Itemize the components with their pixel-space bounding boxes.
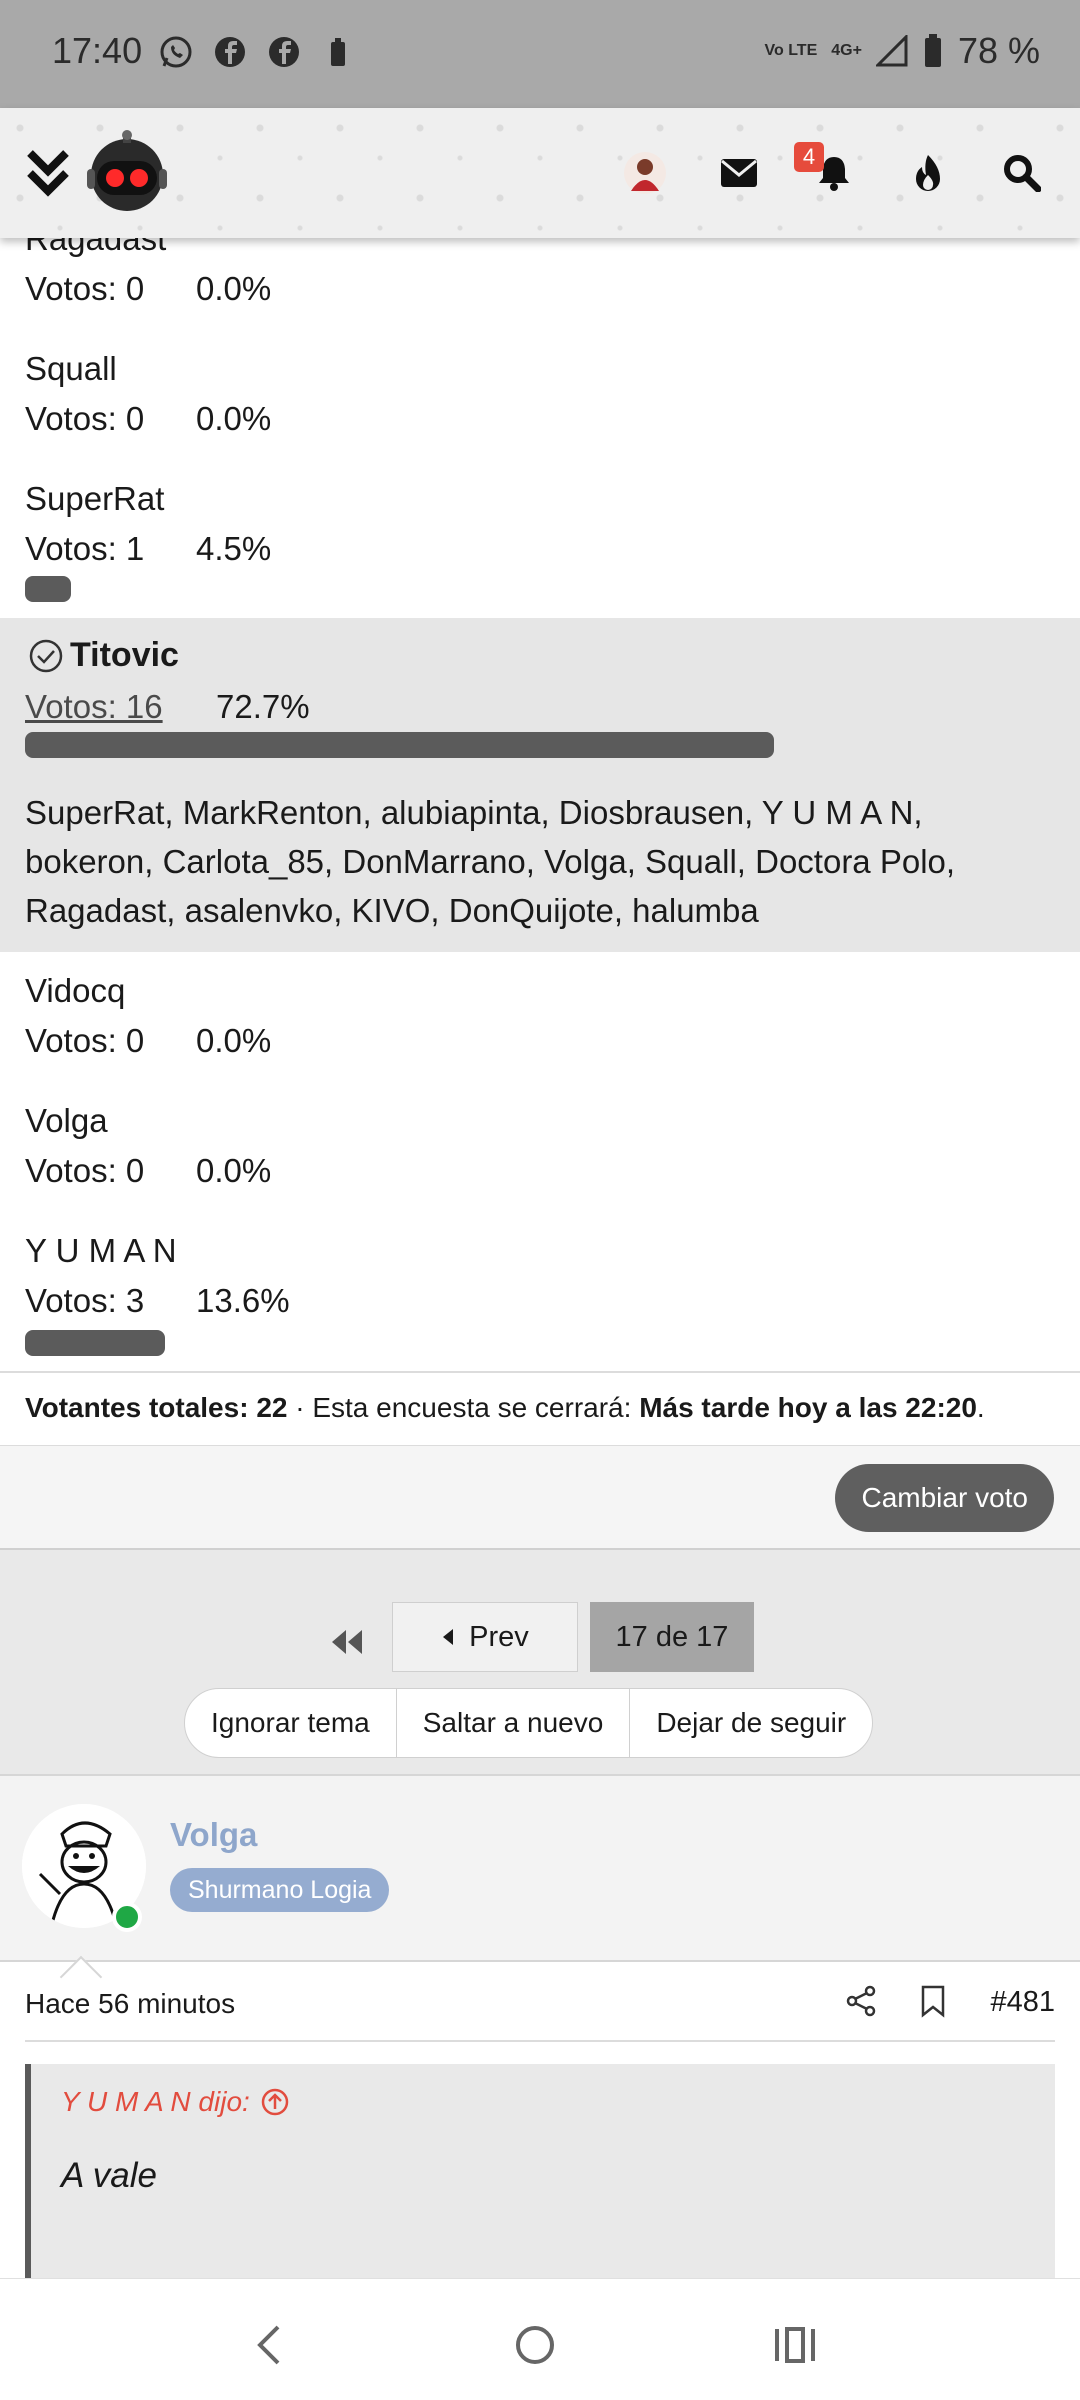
status-notification-icons <box>158 34 356 70</box>
check-circle-icon <box>29 639 63 673</box>
divider <box>25 2040 1055 2042</box>
thread-action-group: Ignorar tema Saltar a nuevo Dejar de seg… <box>184 1688 874 1758</box>
trending-button[interactable] <box>908 108 948 238</box>
poll-option-name: Volga <box>25 1102 108 1139</box>
notification-count-badge: 4 <box>794 142 824 172</box>
poll-option-name: Titovic <box>70 636 179 674</box>
collapse-menu-button[interactable] <box>20 108 76 238</box>
post-time[interactable]: Hace 56 minutos <box>25 1988 235 2020</box>
avatar <box>624 152 666 194</box>
poll-option-votes: Votos: 0 <box>25 1022 145 1059</box>
poll-option-percent: 0.0% <box>196 270 272 307</box>
quote-text: A vale <box>61 2156 157 2195</box>
search-icon <box>1004 155 1041 192</box>
battery-icon <box>924 34 941 67</box>
ignore-thread-button[interactable]: Ignorar tema <box>185 1689 397 1757</box>
change-vote-button[interactable]: Cambiar voto <box>835 1464 1054 1532</box>
poll-option-selected: Titovic Votos: 16 72.7% SuperRat, MarkRe… <box>0 618 1080 952</box>
thread-navigation: Prev 17 de 17 Ignorar tema Saltar a nuev… <box>0 1548 1080 1774</box>
signal-icon <box>875 35 908 67</box>
poll-option-percent: 72.7% <box>216 688 310 725</box>
poll-option-bar <box>25 732 774 758</box>
poll-option-percent: 4.5% <box>196 530 272 567</box>
poll-option-votes: Votos: 0 <box>25 400 145 437</box>
poll-option-name: Vidocq <box>25 972 126 1009</box>
robot-logo-icon <box>87 130 167 211</box>
poll-option-votes-link[interactable]: Votos: 16 <box>25 688 183 726</box>
app-header: 4 <box>0 108 1080 238</box>
prev-page-label: Prev <box>469 1620 529 1653</box>
quote-block: Y U M A N dijo: A vale <box>25 2064 1055 2284</box>
poll-option-percent: 13.6% <box>196 1282 290 1319</box>
poll-summary: Votantes totales: 22 · Esta encuesta se … <box>25 1392 985 1424</box>
envelope-icon <box>721 159 757 187</box>
site-logo[interactable] <box>82 108 172 238</box>
unfollow-button[interactable]: Dejar de seguir <box>630 1689 872 1757</box>
poll-option-name: SuperRat <box>25 480 165 517</box>
share-icon[interactable] <box>844 1984 878 2018</box>
poll-actions: Cambiar voto <box>0 1446 1080 1548</box>
volte-indicator: Vo LTE <box>764 42 818 59</box>
post-author-card: Volga Shurmano Logia <box>0 1774 1080 1999</box>
poll-option-bar <box>25 576 71 602</box>
author-name[interactable]: Volga <box>170 1816 257 1854</box>
poll-option-percent: 0.0% <box>196 1022 272 1059</box>
poll-voters-list: SuperRat, MarkRenton, alubiapinta, Diosb… <box>25 794 956 929</box>
poll-option-percent: 0.0% <box>196 400 272 437</box>
jump-to-new-button[interactable]: Saltar a nuevo <box>397 1689 631 1757</box>
quote-author: Y U M A N dijo: <box>61 2086 250 2117</box>
status-bar: 17:40 Vo LTE 4G+ 78 % <box>0 0 1080 108</box>
poll-option-votes: Votos: 1 <box>25 530 145 567</box>
divider <box>0 1371 1080 1373</box>
bookmark-icon[interactable] <box>918 1984 948 2018</box>
network-type: 4G+ <box>831 42 862 59</box>
post-tools <box>844 1984 948 2018</box>
total-voters-value: 22 <box>256 1392 288 1423</box>
summary-period: . <box>976 1392 985 1423</box>
whatsapp-icon <box>160 36 192 68</box>
poll-option-votes: Votos: 0 <box>25 270 145 307</box>
battery-percent: 78 % <box>957 30 1040 71</box>
recent-apps-icon[interactable] <box>765 2315 825 2375</box>
poll-option-name: Y U M A N <box>25 1232 177 1269</box>
poll-close-value: Más tarde hoy a las 22:20 <box>639 1392 977 1423</box>
poll-option-votes: Votos: 3 <box>25 1282 145 1319</box>
poll-close-label: · Esta encuesta se cerrará: <box>295 1392 632 1423</box>
caret-left-icon <box>443 1629 454 1645</box>
poll-option-percent: 0.0% <box>196 1152 272 1189</box>
author-rank-badge: Shurmano Logia <box>170 1868 390 1912</box>
quote-author-link[interactable]: Y U M A N dijo: <box>61 2086 290 2118</box>
poll-option-name: Squall <box>25 350 117 387</box>
post-number[interactable]: #481 <box>990 1986 1055 2019</box>
notifications-button[interactable] <box>814 108 854 238</box>
poll-option-bar <box>25 1330 165 1356</box>
system-navigation-bar <box>0 2278 1080 2400</box>
home-icon[interactable] <box>505 2315 565 2375</box>
poll-option-votes: Votos: 0 <box>25 1152 145 1189</box>
first-page-icon[interactable] <box>326 1622 366 1662</box>
facebook-icon <box>215 37 245 67</box>
arrow-up-circle-icon <box>261 2088 289 2116</box>
facebook-icon <box>269 37 299 67</box>
back-icon[interactable] <box>240 2315 300 2375</box>
double-chevron-down-icon <box>27 150 69 197</box>
status-right: Vo LTE 4G+ 78 % <box>765 30 1040 72</box>
status-time: 17:40 <box>52 30 143 71</box>
flame-icon <box>916 155 940 191</box>
total-voters-label: Votantes totales: <box>25 1392 249 1423</box>
online-status-dot <box>112 1902 142 1932</box>
messages-button[interactable] <box>718 108 760 238</box>
search-button[interactable] <box>1000 108 1044 238</box>
battery-small-icon <box>331 38 345 66</box>
user-avatar-button[interactable] <box>622 108 668 238</box>
prev-page-button[interactable]: Prev <box>392 1602 578 1672</box>
post-meta: Hace 56 minutos #481 <box>0 1962 1080 2042</box>
current-page-indicator[interactable]: 17 de 17 <box>590 1602 754 1672</box>
